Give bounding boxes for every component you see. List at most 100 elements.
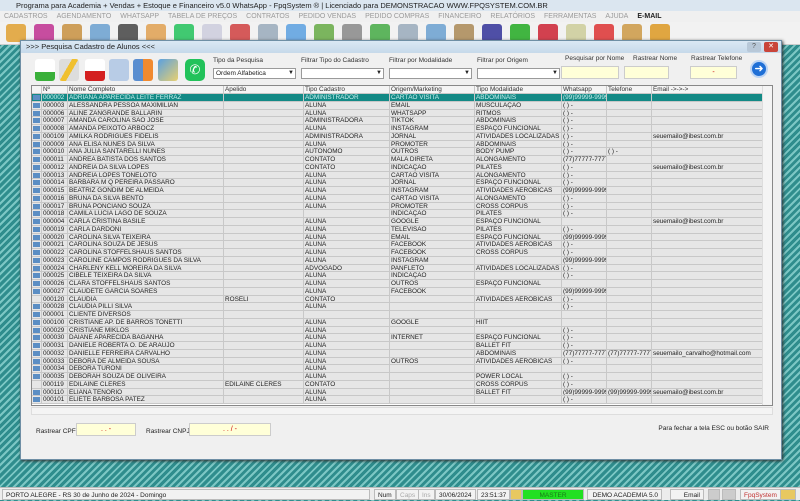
table-cell: CIBELE TEIXEIRA DA SILVA — [68, 272, 224, 279]
table-row[interactable]: 000032 DANIELLE FERREIRA CARVALHO ALUNA ABD… — [32, 349, 772, 358]
rastrear-nome-input[interactable] — [624, 66, 669, 79]
table-row[interactable]: 000014 BARBARA M Q PEREIRA PASSARO ALUNA JO… — [32, 179, 772, 187]
menu-item[interactable]: FERRAMENTAS — [544, 13, 596, 20]
table-row[interactable]: 000120 CLAUDIA ROSELI CONTATO ATIVIDADES AER… — [32, 295, 772, 304]
table-row[interactable]: 000019 CARLA DARDONI ALUNA TELEVISÃO PILATES… — [32, 225, 772, 234]
delete-icon[interactable] — [85, 59, 105, 81]
table-row[interactable]: 000110 ELIANA TENÓRIO ALUNA BALLET FIT (99)9… — [32, 388, 772, 397]
table-row[interactable]: 000025 CIBELE TEIXEIRA DA SILVA ALUNA INDIC… — [32, 272, 772, 280]
monitor-icon[interactable] — [722, 489, 736, 500]
menu-item[interactable]: CONTRATOS — [246, 13, 289, 20]
table-cell — [652, 117, 763, 124]
vertical-scrollbar[interactable] — [762, 86, 772, 405]
table-row[interactable]: 000011 ANDREA BATISTA DOS SANTOS CONTATO MA… — [32, 156, 772, 164]
table-row[interactable]: 000033 DEBORA DE ALMEIDA SOUSA ALUNA OUTROS… — [32, 357, 772, 366]
table-row[interactable]: 000009 ANA ELISA NUNES DA SILVA ALUNA PROMO… — [32, 140, 772, 149]
pesquisar-nome-input[interactable] — [561, 66, 619, 79]
row-icon-cell — [32, 125, 42, 132]
table-row[interactable]: 000109 AMILKA RODRIGUES FIDELIS ADMINISTRA… — [32, 132, 772, 141]
record-icon — [33, 211, 40, 217]
row-icon-cell — [32, 318, 42, 326]
table-row[interactable]: 000031 DANIELE ROBERTA O. DE ARAUJO ALUNA B… — [32, 342, 772, 350]
table-row[interactable]: 000021 CAROLINA SOUZA DE JESUS ALUNA FACEBO… — [32, 241, 772, 249]
table-row[interactable]: 000024 CHARLENY KELL MOREIRA DA SILVA ADVO… — [32, 264, 772, 273]
cpf-input[interactable]: . . - — [76, 423, 136, 436]
table-row[interactable]: 000013 ANDREIA LOPES TONELOTO ALUNA CARTÃO … — [32, 171, 772, 180]
table-row[interactable]: 000003 ALESSANDRA PESSOA MAXIMILIAN ALUNA E… — [32, 101, 772, 110]
column-header: Whatsapp — [562, 86, 607, 93]
table-row[interactable]: 000018 CAMILA LUCIA LAGO DE SOUZA INDICAÇÃ… — [32, 210, 772, 218]
modalidade-select[interactable]: ▼ — [389, 68, 472, 79]
record-icon — [33, 397, 40, 403]
record-icon — [33, 203, 40, 209]
table-cell: CLIENTE DIVERSOS — [68, 311, 224, 318]
photo-icon[interactable] — [158, 59, 178, 81]
table-row[interactable]: 000008 AMANDA PEIXOTO ARBOCZ ALUNA INSTAGRA… — [32, 125, 772, 133]
status-email[interactable]: Email — [670, 489, 704, 500]
table-row[interactable]: 000023 CAROLINE CAMPOS RODRIGUES DA SILVA… — [32, 256, 772, 265]
horizontal-scrollbar[interactable] — [31, 407, 773, 415]
table-row[interactable]: 000034 DEBORA TURONI ALUNA — [32, 365, 772, 373]
table-row[interactable]: 000001 CLIENTE DIVERSOS — [32, 311, 772, 319]
table-row[interactable]: 000027 CLAUDETE GARCIA SOARES ALUNA FACEBOO… — [32, 287, 772, 296]
close-button[interactable]: ✕ — [764, 42, 778, 52]
table-row[interactable]: 000035 DEBORAH SOUZA DE OLIVEIRA ALUNA POWE… — [32, 373, 772, 381]
table-row[interactable]: 000119 EDILAINE CLERES EDILAINE CLERES CONT… — [32, 380, 772, 389]
table-row[interactable]: 000020 CAROLINA SILVA TEIXEIRA ALUNA EMAIL E… — [32, 233, 772, 242]
rastrear-telefone-input[interactable]: - — [690, 66, 737, 79]
table-cell: EDILAINE CLERES — [68, 380, 224, 388]
menu-item[interactable]: PEDIDO VENDAS — [298, 13, 356, 20]
table-row[interactable]: 000101 ELIETE BARBOSA PATEZ ALUNA ( ) - — [32, 396, 772, 404]
table-cell — [224, 373, 304, 380]
record-icon — [33, 195, 40, 201]
menu-email[interactable]: E-MAIL — [637, 13, 661, 20]
table-row[interactable]: 000006 ALINE ZANGRANDE BALLARIN ALUNA WHATS… — [32, 109, 772, 118]
menu-item[interactable]: RELATÓRIOS — [490, 13, 535, 20]
table-row[interactable]: 000015 BEATRIZ GONDIM DE ALMEIDA ALUNA INST… — [32, 187, 772, 195]
table-row[interactable]: 000016 BRUNA DA SILVA BENTO ALUNA CARTÃO VI… — [32, 194, 772, 203]
edit-icon[interactable] — [59, 59, 79, 81]
table-cell: CLARA STOFFELSHAUS SANTOS — [68, 280, 224, 287]
table-cell — [652, 373, 763, 380]
table-cell: (77)77777-7777 — [563, 156, 607, 163]
users-icon[interactable] — [133, 59, 153, 81]
menu-item[interactable]: AGENDAMENTO — [57, 13, 112, 20]
print-icon[interactable] — [109, 59, 129, 81]
table-cell: 000011 — [42, 156, 68, 163]
menu-item[interactable]: TABELA DE PREÇOS — [168, 13, 237, 20]
table-cell: ANDREIA LOPES TONELOTO — [68, 171, 224, 179]
menu-item[interactable]: AJUDA — [605, 13, 628, 20]
cnpj-input[interactable]: . . / - — [189, 423, 271, 436]
help-button[interactable]: ? — [747, 42, 761, 52]
table-row[interactable]: 000030 DAIANE APARECIDA BAGANHA ALUNA INTER… — [32, 334, 772, 342]
table-row[interactable]: 000007 AMANDA CAROLINA SÃO JOSE ADMINISTRA… — [32, 117, 772, 125]
printer-icon[interactable] — [708, 489, 720, 500]
table-row[interactable]: 000012 ANDREIA DA SILVA LOPES CONTATO INDIC… — [32, 163, 772, 172]
menu-item[interactable]: PEDIDO COMPRAS — [365, 13, 429, 20]
menu-item[interactable]: FINANCEIRO — [438, 13, 481, 20]
table-row[interactable]: 000010 ANA JULIA SANTARELLI NUNES AUTONOMO… — [32, 148, 772, 156]
table-cell: BEATRIZ GONDIM DE ALMEIDA — [68, 187, 224, 194]
tipo-cadastro-select[interactable]: ▼ — [301, 68, 384, 79]
table-row[interactable]: 000100 CRISTIANE AP. DE BARROS TONETTI ALU… — [32, 318, 772, 327]
menu-item[interactable]: WHATSAPP — [120, 13, 159, 20]
arrow-right-icon[interactable]: ➜ — [750, 60, 768, 78]
table-cell: seuemailo_carvalho@hotmail.com — [652, 349, 763, 357]
table-row[interactable]: 000029 CRISTIANE MIKLOS ALUNA ( ) - — [32, 326, 772, 335]
tipo-pesquisa-select[interactable]: Ordem Alfabetica ▼ — [213, 68, 296, 79]
record-icon — [33, 234, 40, 240]
origem-select[interactable]: ▼ — [477, 68, 560, 79]
table-row[interactable]: 000028 CLAUDIA PILLI SILVA ALUNA ( ) - — [32, 303, 772, 311]
menu-item[interactable]: CADASTROS — [4, 13, 48, 20]
table-row[interactable]: 000004 CARLA CRISTINA BASILE ALUNA GOOGLE ES… — [32, 218, 772, 226]
table-cell — [224, 264, 304, 272]
table-row[interactable]: 000022 CAROLINA STOFFELSHAUS SANTOS ALUNA F… — [32, 249, 772, 257]
table-row[interactable]: 000026 CLARA STOFFELSHAUS SANTOS ALUNA OUTR… — [32, 280, 772, 288]
table-cell: ALUNA — [304, 233, 390, 241]
table-cell — [607, 326, 652, 334]
table-row[interactable]: 000002 ADRIANA APARECIDA LEITE FERRAZ ADMI… — [32, 94, 772, 102]
table-row[interactable]: 000017 BRUNA PONCIANO SOUZA ALUNA PROMOTER C… — [32, 202, 772, 211]
whatsapp-icon[interactable]: ✆ — [185, 59, 205, 81]
add-icon[interactable] — [35, 59, 55, 81]
row-icon-cell — [32, 349, 42, 357]
